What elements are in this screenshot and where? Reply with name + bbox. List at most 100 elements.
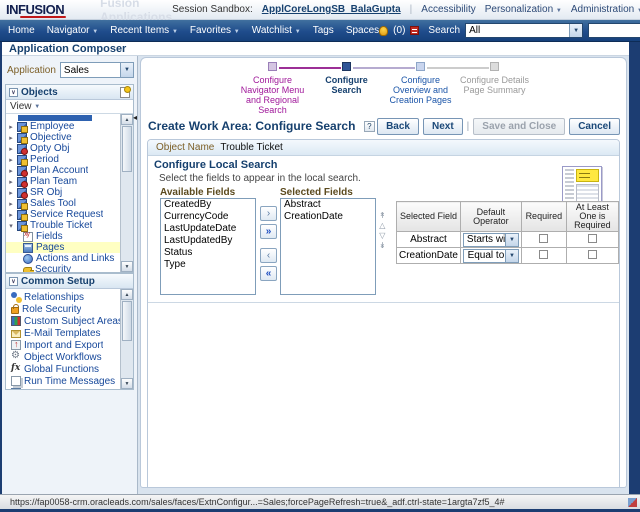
list-item[interactable]: Type bbox=[161, 259, 255, 271]
tree-item-actions-and-links[interactable]: Actions and Links bbox=[6, 253, 120, 264]
search-scope-select[interactable]: All ▼ bbox=[465, 23, 584, 38]
common-item-email-templates[interactable]: E-Mail Templates bbox=[6, 327, 120, 339]
tree-item-sr-obj[interactable]: ▸ SR Obj bbox=[6, 187, 120, 199]
selected-fields-list[interactable]: Abstract CreationDate bbox=[280, 198, 376, 295]
tree-item-service-request[interactable]: ▸ Service Request bbox=[6, 209, 120, 221]
tree-item-sales-tool[interactable]: ▸ Sales Tool bbox=[6, 198, 120, 210]
train-step-3[interactable]: Configure Overview and Creation Pages bbox=[352, 61, 458, 115]
tree-item-pages[interactable]: Pages bbox=[6, 242, 120, 253]
nav-item-home[interactable]: Home bbox=[8, 25, 35, 36]
tree-item-plan-team[interactable]: ▸ Plan Team bbox=[6, 176, 120, 188]
move-all-button[interactable]: » bbox=[260, 224, 277, 239]
splitter-collapse-icon[interactable]: ◂ bbox=[133, 114, 137, 122]
list-item[interactable]: CurrencyCode bbox=[161, 211, 255, 223]
available-fields-list[interactable]: CreatedBy CurrencyCode LastUpdateDate La… bbox=[160, 198, 256, 295]
move-to-bottom-icon[interactable]: ↡ bbox=[379, 241, 386, 250]
scrollbar-thumb[interactable] bbox=[122, 301, 132, 341]
required-checkbox[interactable] bbox=[539, 249, 549, 259]
chevron-down-icon[interactable]: ▼ bbox=[504, 249, 518, 262]
train-square[interactable] bbox=[268, 62, 277, 71]
common-item-relationships[interactable]: Relationships bbox=[6, 291, 120, 303]
list-item[interactable]: Abstract bbox=[281, 199, 375, 211]
common-item-object-workflows[interactable]: Object Workflows bbox=[6, 350, 120, 363]
chevron-down-icon[interactable]: ▼ bbox=[120, 63, 133, 77]
tree-scrollbar[interactable]: ▲ ▼ bbox=[120, 114, 133, 272]
operator-select[interactable]: Starts with ▼ bbox=[462, 232, 519, 247]
expand-icon[interactable]: ▸ bbox=[6, 156, 16, 164]
operator-select[interactable]: Equal to ▼ bbox=[462, 248, 519, 263]
help-icon[interactable]: ? bbox=[363, 121, 375, 132]
expand-icon[interactable]: ▸ bbox=[6, 200, 16, 208]
common-item-role-security[interactable]: Role Security bbox=[6, 303, 120, 315]
expand-icon[interactable]: ▸ bbox=[6, 134, 16, 142]
nav-item-favorites[interactable]: Favorites ▼ bbox=[190, 25, 240, 36]
administration-menu[interactable]: Administration ▼ bbox=[571, 4, 640, 15]
move-down-icon[interactable]: ▽ bbox=[379, 231, 386, 240]
tree-item-objective[interactable]: ▸ Objective bbox=[6, 132, 120, 144]
move-selected-button[interactable]: › bbox=[260, 206, 277, 221]
expand-icon[interactable]: ▸ bbox=[6, 178, 16, 186]
next-button[interactable]: Next bbox=[422, 118, 463, 135]
common-item-global-functions[interactable]: Global Functions bbox=[6, 363, 120, 375]
train-square[interactable] bbox=[342, 62, 351, 71]
required-checkbox[interactable] bbox=[539, 233, 549, 243]
common-item-custom-subject-areas[interactable]: Custom Subject Areas bbox=[6, 315, 120, 327]
collapse-icon[interactable]: ∨ bbox=[9, 87, 18, 97]
train-step-1[interactable]: Configure Navigator Menu and Regional Se… bbox=[236, 61, 310, 115]
tree-item-plan-account[interactable]: ▸ Plan Account bbox=[6, 165, 120, 177]
train-square[interactable] bbox=[416, 62, 425, 71]
move-up-icon[interactable]: △ bbox=[379, 221, 386, 230]
nav-item-navigator[interactable]: Navigator ▼ bbox=[47, 25, 99, 36]
scrollbar-thumb[interactable] bbox=[122, 126, 132, 172]
at-least-one-checkbox[interactable] bbox=[587, 249, 597, 259]
chevron-down-icon[interactable]: ▼ bbox=[569, 24, 583, 37]
expand-icon[interactable]: ▸ bbox=[6, 123, 16, 131]
list-item[interactable]: LastUpdateDate bbox=[161, 223, 255, 235]
chevron-down-icon[interactable]: ▼ bbox=[504, 233, 518, 246]
view-menu[interactable]: View ▼ bbox=[6, 100, 133, 114]
tree-item-trouble-ticket[interactable]: ▾ Trouble Ticket bbox=[6, 220, 120, 232]
personalization-menu[interactable]: Personalization ▼ bbox=[485, 4, 562, 15]
expand-icon[interactable]: ▸ bbox=[6, 211, 16, 219]
list-item[interactable]: Status bbox=[161, 247, 255, 259]
tree-item-security[interactable]: Security bbox=[6, 264, 120, 272]
nav-item-watchlist[interactable]: Watchlist ▼ bbox=[252, 25, 301, 36]
nav-item-recent-items[interactable]: Recent Items ▼ bbox=[110, 25, 178, 36]
remove-all-button[interactable]: « bbox=[260, 266, 277, 281]
scroll-down-icon[interactable]: ▼ bbox=[121, 378, 133, 389]
back-button[interactable]: Back bbox=[377, 118, 419, 135]
scroll-up-icon[interactable]: ▲ bbox=[121, 289, 133, 300]
move-to-top-icon[interactable]: ↟ bbox=[379, 211, 386, 220]
common-item-run-time-messages[interactable]: Run Time Messages bbox=[6, 375, 120, 387]
nav-item-spaces[interactable]: Spaces bbox=[346, 25, 379, 36]
collapse-icon[interactable]: ▾ bbox=[6, 222, 16, 230]
tree-item-opty-obj[interactable]: ▸ Opty Obj bbox=[6, 143, 120, 155]
bell-icon[interactable] bbox=[379, 25, 389, 36]
tree-item-employee[interactable]: ▸ Employee bbox=[6, 121, 120, 133]
application-select[interactable]: Sales ▼ bbox=[59, 62, 134, 78]
global-search-input[interactable] bbox=[588, 23, 640, 38]
expand-icon[interactable]: ▸ bbox=[6, 189, 16, 197]
list-item[interactable]: CreatedBy bbox=[161, 199, 255, 211]
common-setup-scrollbar[interactable]: ▲ ▼ bbox=[120, 289, 133, 389]
flag-icon[interactable] bbox=[410, 26, 420, 35]
scroll-up-icon[interactable]: ▲ bbox=[121, 114, 133, 125]
expand-icon[interactable]: ▸ bbox=[6, 145, 16, 153]
tree-item-fields[interactable]: Fields bbox=[6, 231, 120, 242]
list-item[interactable]: CreationDate bbox=[281, 211, 375, 223]
tree-item-period[interactable]: ▸ Period bbox=[6, 154, 120, 166]
list-item[interactable]: LastUpdatedBy bbox=[161, 235, 255, 247]
expand-icon[interactable]: ▸ bbox=[6, 167, 16, 175]
remove-selected-button[interactable]: ‹ bbox=[260, 248, 277, 263]
session-sandbox-link[interactable]: ApplCoreLongSB_BalaGupta bbox=[262, 4, 401, 15]
train-step-2[interactable]: Configure Search bbox=[278, 61, 384, 115]
nav-item-tags[interactable]: Tags bbox=[313, 25, 334, 36]
new-object-icon[interactable] bbox=[120, 85, 131, 98]
at-least-one-checkbox[interactable] bbox=[587, 233, 597, 243]
common-item-import-and-export[interactable]: Import and Export bbox=[6, 339, 120, 351]
scroll-down-icon[interactable]: ▼ bbox=[121, 261, 133, 272]
accessibility-link[interactable]: Accessibility bbox=[421, 4, 475, 15]
save-and-close-button[interactable]: Save and Close bbox=[473, 118, 566, 135]
cancel-button[interactable]: Cancel bbox=[569, 118, 620, 135]
collapse-icon[interactable]: ∨ bbox=[9, 276, 18, 286]
